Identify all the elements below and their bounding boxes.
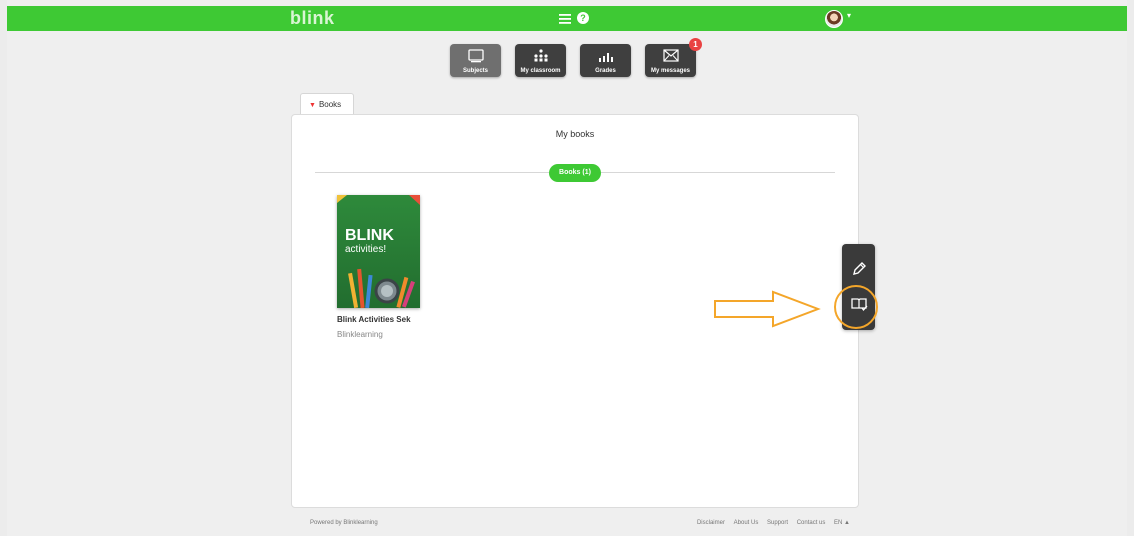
book-title[interactable]: Blink Activities Sek bbox=[337, 315, 411, 324]
nav-classroom-button[interactable]: My classroom bbox=[515, 44, 566, 77]
unread-messages-badge: 1 bbox=[689, 38, 702, 51]
tab-books-label: Books bbox=[318, 100, 342, 109]
books-filter-pill[interactable]: Books (1) bbox=[549, 164, 601, 182]
book-cover[interactable]: BLINK activities! bbox=[337, 195, 420, 308]
footer-link-contact-us[interactable]: Contact us bbox=[797, 520, 826, 526]
top-bar: blink ? ▾ bbox=[7, 6, 1127, 31]
nav-subjects-button[interactable]: Subjects bbox=[450, 44, 501, 77]
cover-subtitle: activities! bbox=[345, 244, 387, 255]
user-avatar[interactable] bbox=[825, 10, 843, 28]
footer-link-support[interactable]: Support bbox=[767, 520, 788, 526]
tab-books[interactable]: ▼ Books bbox=[300, 93, 354, 116]
language-selector[interactable]: EN ▲ bbox=[834, 520, 850, 526]
footer-link-about-us[interactable]: About Us bbox=[734, 520, 759, 526]
caret-down-icon: ▼ bbox=[309, 102, 316, 109]
hamburger-menu-icon[interactable] bbox=[558, 12, 572, 26]
nav-subjects-label: Subjects bbox=[462, 68, 488, 74]
powered-by-text: Powered by Blinklearning bbox=[310, 520, 378, 526]
footer-link-disclaimer[interactable]: Disclaimer bbox=[697, 520, 725, 526]
messages-icon bbox=[662, 49, 679, 62]
grades-icon bbox=[598, 53, 613, 62]
book-assign-icon[interactable] bbox=[850, 295, 868, 313]
nav-grades-label: Grades bbox=[595, 68, 616, 74]
footer: Powered by Blinklearning Disclaimer Abou… bbox=[310, 520, 850, 532]
nav-messages-button[interactable]: My messages 1 bbox=[645, 38, 702, 77]
annotation-arrow-icon bbox=[714, 290, 821, 328]
nav-grades-button[interactable]: Grades bbox=[580, 44, 631, 77]
pencil-icon[interactable] bbox=[850, 260, 868, 278]
subjects-icon bbox=[467, 49, 484, 63]
panel-title: My books bbox=[555, 129, 595, 139]
nav-messages-label: My messages bbox=[650, 68, 691, 74]
help-icon[interactable]: ? bbox=[577, 12, 589, 24]
classroom-icon bbox=[533, 49, 548, 62]
floating-toolbar bbox=[842, 244, 875, 330]
chevron-down-icon[interactable]: ▾ bbox=[847, 11, 851, 20]
blink-logo[interactable]: blink bbox=[290, 6, 335, 31]
footer-links: Disclaimer About Us Support Contact us E… bbox=[690, 520, 850, 526]
book-publisher: Blinklearning bbox=[337, 330, 383, 339]
nav-classroom-label: My classroom bbox=[520, 68, 561, 74]
cover-title: BLINK bbox=[345, 227, 394, 244]
